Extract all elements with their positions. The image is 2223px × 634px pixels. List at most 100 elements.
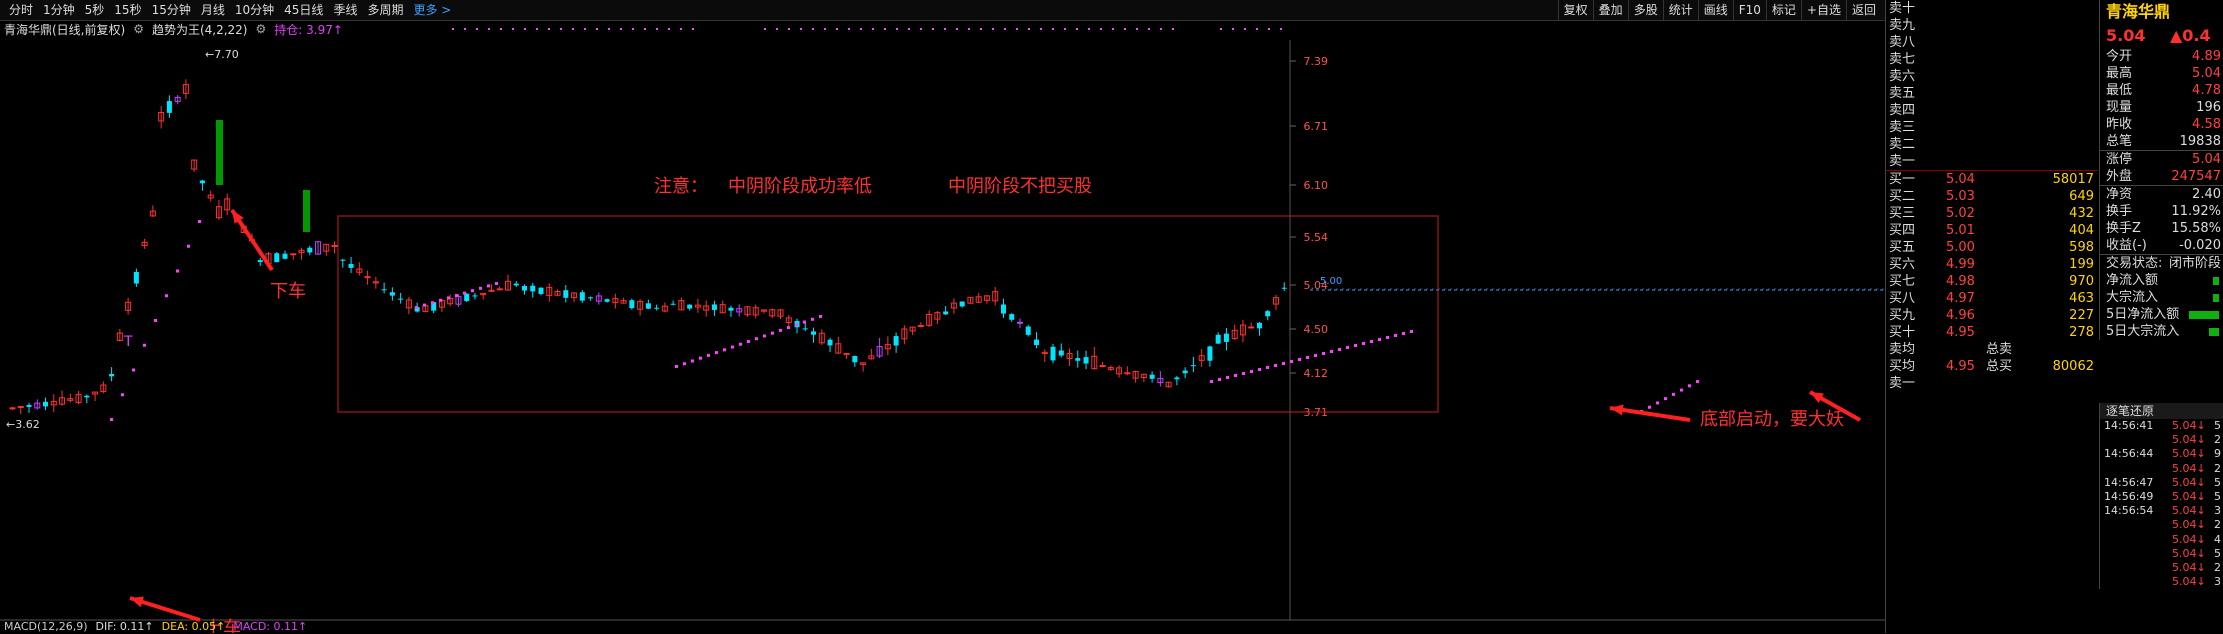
tick-time: 14:56:47 xyxy=(2104,475,2154,489)
bid-row: 买十 4.95 278 xyxy=(1886,324,2098,341)
signal-dot xyxy=(1040,28,1042,30)
candle-body xyxy=(1256,322,1262,329)
candle-body xyxy=(943,311,949,315)
trend-dot xyxy=(763,334,766,338)
stat-label: 总笔 xyxy=(2106,134,2133,149)
candle-body xyxy=(26,404,32,407)
toolbar-button[interactable]: 叠加 xyxy=(1592,0,1628,20)
note-no-buy: 中阴阶段不把买股 xyxy=(948,176,1092,197)
level-volume: 432 xyxy=(2069,206,2094,221)
candle-body xyxy=(852,355,858,363)
candle-body xyxy=(629,300,635,309)
signal-dot xyxy=(824,28,826,30)
signal-dot xyxy=(572,28,574,30)
trend-dot xyxy=(1346,346,1349,349)
stat-value: 4.89 xyxy=(2192,49,2221,64)
toolbar-button[interactable]: 多股 xyxy=(1627,0,1663,20)
signal-dot xyxy=(1076,28,1078,30)
candle-body xyxy=(1025,326,1031,335)
toolbar-button[interactable]: 统计 xyxy=(1662,0,1698,20)
settings-icon[interactable]: ⚙ xyxy=(256,22,267,36)
signal-dot xyxy=(1160,28,1162,30)
candle-body xyxy=(827,339,833,346)
level-price: 5.03 xyxy=(1946,189,1975,204)
bottom-start-label: 底部启动，要大妖 xyxy=(1700,409,1844,430)
tick-row: 5.04↓ 2 xyxy=(2100,433,2223,447)
period-tab[interactable]: 15分钟 xyxy=(147,0,196,20)
level-volume: 404 xyxy=(2069,223,2094,238)
level-label: 买十 xyxy=(1889,325,1916,340)
period-tab[interactable]: 45日线 xyxy=(279,0,328,20)
kline-chart[interactable]: 7.396.716.105.545.044.504.123.715.00←7.7… xyxy=(0,20,1885,633)
trend-dot xyxy=(1242,372,1245,375)
trend-dot xyxy=(675,365,678,368)
candle-body xyxy=(331,244,338,247)
tick-row: 14:56:41 5.04↓ 5 xyxy=(2100,419,2223,433)
average-label: 买均 xyxy=(1889,359,1916,374)
toolbar-button[interactable]: 标记 xyxy=(1765,0,1801,20)
trend-dot xyxy=(1306,356,1309,359)
trend-dot xyxy=(431,301,434,305)
level-volume: 278 xyxy=(2069,325,2094,340)
trend-dot xyxy=(707,353,710,357)
trend-dot xyxy=(1314,354,1317,357)
trend-dot xyxy=(1298,358,1301,361)
trend-dot xyxy=(1656,401,1659,405)
period-tab[interactable]: 1分钟 xyxy=(38,0,80,20)
period-tab[interactable]: 分时 xyxy=(4,0,38,20)
toolbar-button[interactable]: 画线 xyxy=(1697,0,1733,20)
stat-label: 今开 xyxy=(2106,49,2133,64)
signal-dot xyxy=(644,28,646,30)
tick-row: 5.04↓ 5 xyxy=(2100,547,2223,561)
toolbar-button[interactable]: +自选 xyxy=(1800,0,1846,20)
tick-price: 5.04↓ xyxy=(2172,475,2206,489)
period-tab[interactable]: 多周期 xyxy=(362,0,408,20)
tick-volume: 5 xyxy=(2214,546,2221,560)
ask-row: 卖六 xyxy=(1886,68,2098,85)
signal-dot xyxy=(596,28,598,30)
tick-volume: 4 xyxy=(2214,532,2221,546)
macd-info-bar: MACD(12,26,9) DIF: 0.11↑ DEA: 0.05↑ MACD… xyxy=(4,620,307,634)
stat-value: 2.40 xyxy=(2192,187,2221,202)
level-label: 卖十 xyxy=(1889,1,1916,16)
level-price: 5.04 xyxy=(1946,172,1975,187)
candle-body xyxy=(166,101,172,113)
candle-body xyxy=(464,293,470,302)
stat-value: 11.92% xyxy=(2171,204,2221,219)
period-tab[interactable]: 月线 xyxy=(196,0,230,20)
trend-dot xyxy=(739,342,742,346)
signal-dot xyxy=(908,28,910,30)
macd-name[interactable]: MACD(12,26,9) xyxy=(4,620,88,634)
level-volume: 199 xyxy=(2069,257,2094,272)
tick-price: 5.04↓ xyxy=(2172,504,2206,518)
stat-label: 最低 xyxy=(2106,83,2133,98)
candle-body xyxy=(133,271,139,284)
candle-body xyxy=(1248,326,1255,329)
toolbar-button[interactable]: F10 xyxy=(1732,0,1766,20)
period-tab[interactable]: 10分钟 xyxy=(230,0,279,20)
trend-dot xyxy=(1338,348,1341,351)
candle-body xyxy=(959,301,965,307)
candle-body xyxy=(670,303,676,305)
trend-dot xyxy=(143,343,146,347)
trend-dot xyxy=(1226,376,1229,379)
settings-icon[interactable]: ⚙ xyxy=(133,22,144,36)
trend-dot xyxy=(1258,368,1261,371)
signal-dot xyxy=(860,28,862,30)
signal-dot xyxy=(452,28,454,30)
level-label: 买一 xyxy=(1889,172,1916,187)
toolbar-button[interactable]: 返回 xyxy=(1845,0,1881,20)
stat-label: 大宗流入 xyxy=(2106,290,2159,305)
period-tab[interactable]: 更多 > xyxy=(408,0,456,20)
period-tab[interactable]: 5秒 xyxy=(80,0,110,20)
level-label: 卖二 xyxy=(1889,137,1916,152)
tick-list-header[interactable]: 逐笔还原 xyxy=(2100,403,2223,419)
indicator-label[interactable]: 趋势为王(4,2,22) xyxy=(152,21,248,38)
period-tab[interactable]: 15秒 xyxy=(109,0,146,20)
toolbar-button[interactable]: 复权 xyxy=(1557,0,1593,20)
stat-row: 最低 4.78 xyxy=(2100,82,2223,99)
stat-value: 15.58% xyxy=(2171,221,2221,236)
period-tab[interactable]: 季线 xyxy=(328,0,362,20)
candle-body xyxy=(1009,314,1015,320)
candle-body xyxy=(9,407,16,410)
